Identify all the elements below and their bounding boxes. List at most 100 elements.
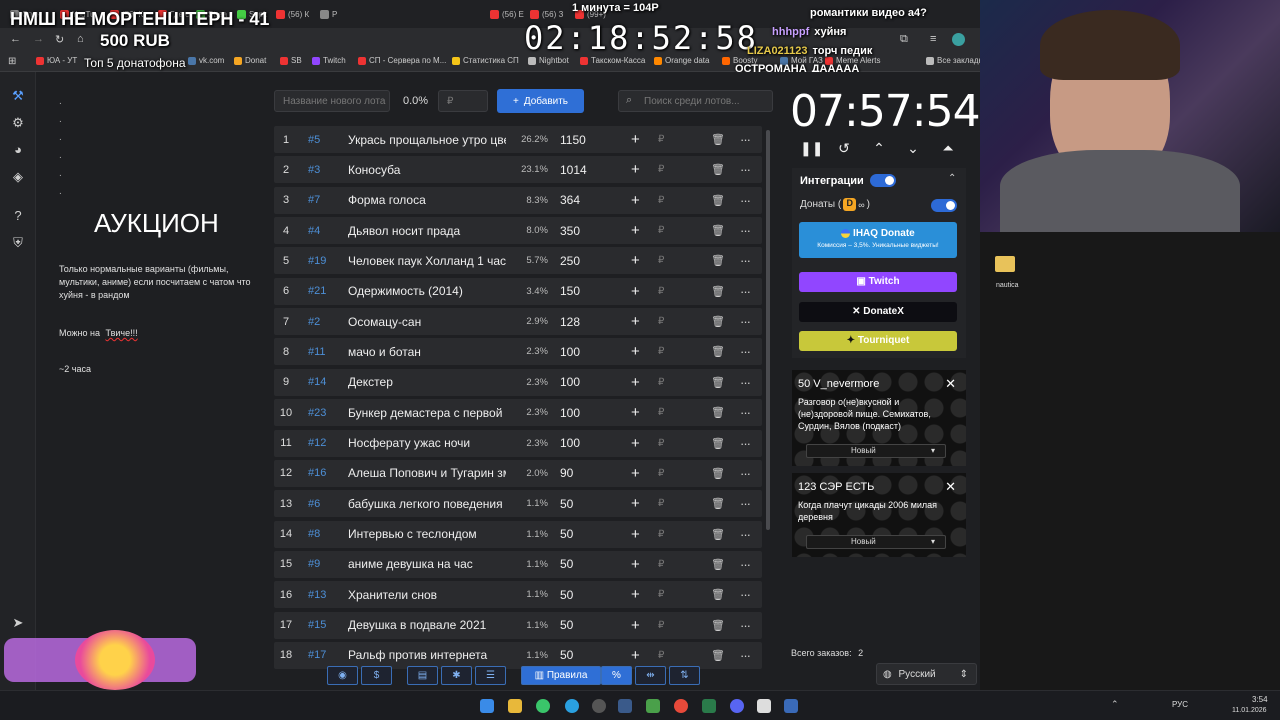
list-icon[interactable]: ☰ [475,666,506,685]
add-amount-plus-icon[interactable]: + [631,617,640,634]
lot-amount[interactable]: 100 [560,375,580,389]
lot-name[interactable]: Носферату ужас ночи [348,436,506,450]
more-menu-icon[interactable]: ··· [740,405,751,420]
donations-toggle[interactable] [931,199,957,212]
bookmark-item[interactable]: ЮА - УТ [36,56,77,65]
profile-avatar[interactable] [952,33,965,46]
donation-status-select[interactable]: Новый ▾ [806,444,946,458]
more-menu-icon[interactable]: ··· [740,648,751,663]
more-menu-icon[interactable]: ··· [740,344,751,359]
more-menu-icon[interactable]: ··· [740,193,751,208]
more-menu-icon[interactable]: ··· [740,496,751,511]
lot-amount[interactable]: 50 [560,497,573,511]
more-menu-icon[interactable]: ··· [740,132,751,147]
chrome-icon[interactable] [536,699,550,713]
lot-amount[interactable]: 100 [560,406,580,420]
add-amount-plus-icon[interactable]: + [631,161,640,178]
ruble-input[interactable]: ₽ [658,255,664,266]
bookmark-item[interactable]: Все закладки [926,56,986,65]
delete-trash-icon[interactable]: 🗑 [711,345,725,358]
ruble-input[interactable]: ₽ [658,498,664,509]
more-menu-icon[interactable]: ··· [740,466,751,481]
new-lot-amount-input[interactable]: ₽ [438,90,488,112]
add-amount-plus-icon[interactable]: + [631,192,640,209]
lot-row[interactable]: 10 #23 Бункер демастера с первой 2.3% 100 + ₽ 🗑… [274,399,762,427]
close-icon[interactable]: ✕ [945,479,956,495]
close-icon[interactable]: ✕ [945,376,956,392]
ruble-input[interactable]: ₽ [658,134,664,145]
delete-trash-icon[interactable]: 🗑 [711,437,725,450]
lot-row[interactable]: 2 #3 Коносуба 23.1% 1014 + ₽ 🗑 ··· [274,156,762,184]
window-icon[interactable] [784,699,798,713]
layers-icon[interactable]: ◈ [10,169,26,185]
forward-icon[interactable]: → [33,33,44,45]
reset-icon[interactable]: ↺ [835,140,853,157]
ruble-input[interactable]: ₽ [658,346,664,357]
github-icon[interactable]: ◉ [327,666,358,685]
lot-amount[interactable]: 50 [560,648,573,662]
more-menu-icon[interactable]: ··· [740,284,751,299]
lot-name[interactable]: аниме девушка на час [348,557,506,571]
delete-trash-icon[interactable]: 🗑 [711,649,725,662]
clipboard-icon[interactable]: ▤ [407,666,438,685]
add-amount-plus-icon[interactable]: + [631,131,640,148]
integrations-toggle[interactable] [870,174,896,187]
tray-up-icon[interactable]: ⌃ [1111,699,1119,710]
twitch-integration-button[interactable]: ▣ Twitch [799,272,957,292]
lot-amount[interactable]: 1150 [560,133,586,147]
ruble-input[interactable]: ₽ [658,195,664,206]
folder-icon[interactable] [995,256,1015,272]
ruble-input[interactable]: ₽ [658,650,664,661]
double-up-icon[interactable]: ⏶ [939,140,957,157]
lot-row[interactable]: 14 #8 Интервью с теслондом 1.1% 50 + ₽ 🗑 ··· [274,520,762,548]
obs-icon[interactable] [592,699,606,713]
new-lot-input[interactable]: Название нового лота [274,90,390,112]
ruble-input[interactable]: ₽ [658,589,664,600]
lot-row[interactable]: 11 #12 Носферату ужас ночи 2.3% 100 + ₽ 🗑 ··· [274,429,762,457]
lot-row[interactable]: 17 #15 Девушка в подвале 2021 1.1% 50 + ₽ 🗑 ··· [274,611,762,639]
bookmark-item[interactable]: Такском-Касса [580,56,645,65]
delete-trash-icon[interactable]: 🗑 [711,406,725,419]
ruble-input[interactable]: ₽ [658,316,664,327]
lot-name[interactable]: Алеша Попович и Тугарин змей [348,466,506,480]
lot-row[interactable]: 16 #13 Хранители снов 1.1% 50 + ₽ 🗑 ··· [274,581,762,609]
add-amount-plus-icon[interactable]: + [631,526,640,543]
gavel-icon[interactable]: ⚒ [10,88,26,104]
delete-trash-icon[interactable]: 🗑 [711,558,725,571]
add-amount-plus-icon[interactable]: + [631,313,640,330]
lot-search-input[interactable]: Поиск среди лотов... [618,90,773,112]
delete-trash-icon[interactable]: 🗑 [711,528,725,541]
delete-trash-icon[interactable]: 🗑 [711,133,725,146]
add-amount-plus-icon[interactable]: + [631,283,640,300]
more-menu-icon[interactable]: ··· [740,557,751,572]
bookmark-item[interactable]: Orange data [654,56,709,65]
steam-icon[interactable] [618,699,632,713]
dollar-icon[interactable]: $ [361,666,392,685]
delete-trash-icon[interactable]: 🗑 [711,224,725,237]
delete-trash-icon[interactable]: 🗑 [711,285,725,298]
lot-name[interactable]: мачо и ботан [348,345,506,359]
lot-row[interactable]: 5 #19 Человек паук Холланд 1 часть 5.7% 250 +… [274,247,762,275]
split-icon[interactable]: ⇹ [635,666,666,685]
tourniquet-button[interactable]: ✦ Tourniquet [799,331,957,351]
more-menu-icon[interactable]: ··· [740,587,751,602]
lot-name[interactable]: Дьявол носит прада [348,224,506,238]
lot-name[interactable]: Бункер демастера с первой [348,406,506,420]
lot-row[interactable]: 1 #5 Укрась прощальное утро цветами 26.2% 11… [274,126,762,153]
lot-name[interactable]: Коносуба [348,163,506,177]
shield-icon[interactable]: ⛨ [10,235,26,251]
discord-icon[interactable] [730,699,744,713]
ruble-input[interactable]: ₽ [658,438,664,449]
lot-row[interactable]: 13 #6 бабушка легкого поведения 1.1% 50 + ₽ 🗑 ··… [274,490,762,518]
delete-trash-icon[interactable]: 🗑 [711,376,725,389]
add-amount-plus-icon[interactable]: + [631,647,640,664]
add-amount-plus-icon[interactable]: + [631,495,640,512]
lot-name[interactable]: Интервью с теслондом [348,527,506,541]
chevron-up-icon[interactable]: ⌃ [870,140,888,157]
lots-scrollbar[interactable] [766,130,770,530]
back-icon[interactable]: ← [10,33,21,45]
lot-name[interactable]: Одержимость (2014) [348,284,506,298]
menu-icon[interactable]: ≡ [930,33,936,45]
percent-button[interactable]: % [601,666,632,685]
delete-trash-icon[interactable]: 🗑 [711,619,725,632]
